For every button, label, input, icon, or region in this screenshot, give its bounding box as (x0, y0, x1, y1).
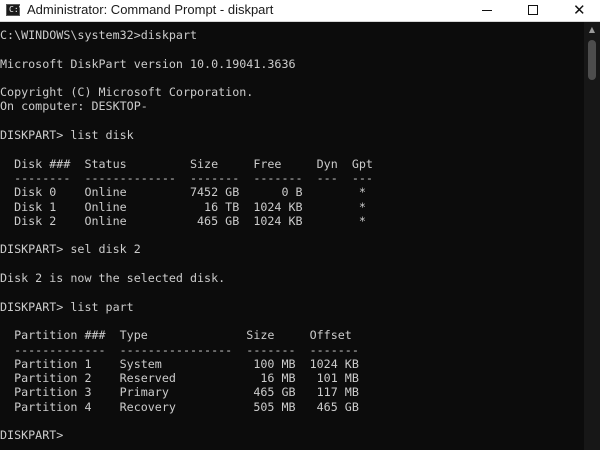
minimize-button[interactable] (464, 0, 510, 21)
console-line: Partition 4 Recovery 505 MB 465 GB (0, 399, 359, 414)
console-line: Disk ### Status Size Free Dyn Gpt (0, 156, 373, 171)
console-line: Disk 2 is now the selected disk. (0, 271, 226, 286)
console-line: Disk 1 Online 16 TB 1024 KB * (0, 199, 366, 214)
console-app-icon-glyph: C:\ (9, 5, 24, 14)
minimize-icon (482, 10, 492, 11)
console-line: Partition 2 Reserved 16 MB 101 MB (0, 371, 359, 386)
console-line: DISKPART> sel disk 2 (0, 242, 141, 257)
maximize-button[interactable] (510, 0, 556, 21)
console-line: Disk 2 Online 465 GB 1024 KB * (0, 213, 366, 228)
command-prompt-window: C:\ Administrator: Command Prompt - disk… (0, 0, 600, 450)
console-line: -------- ------------- ------- ------- -… (0, 170, 373, 185)
console-line: DISKPART> list part (0, 299, 134, 314)
close-icon: ✕ (573, 1, 586, 19)
console-line: C:\WINDOWS\system32>diskpart (0, 28, 198, 42)
console-line: Copyright (C) Microsoft Corporation. (0, 85, 254, 100)
console-line: ------------- ---------------- ------- -… (0, 342, 359, 357)
console-line: On computer: DESKTOP- (0, 99, 148, 114)
console-text: C:\WINDOWS\system32>diskpart Microsoft D… (0, 22, 584, 443)
console-line: DISKPART> (0, 428, 64, 443)
console-line: Disk 0 Online 7452 GB 0 B * (0, 185, 366, 200)
console-line: Partition 3 Primary 465 GB 117 MB (0, 385, 359, 400)
title-bar[interactable]: C:\ Administrator: Command Prompt - disk… (0, 0, 600, 22)
vertical-scrollbar[interactable]: ▲ (584, 22, 600, 450)
console-output[interactable]: C:\WINDOWS\system32>diskpart Microsoft D… (0, 22, 584, 450)
close-button[interactable]: ✕ (556, 0, 600, 21)
console-app-icon[interactable]: C:\ (6, 4, 24, 16)
console-line: Partition ### Type Size Offset (0, 328, 352, 343)
maximize-icon (528, 5, 538, 15)
scroll-thumb[interactable] (588, 40, 596, 80)
console-line: DISKPART> list disk (0, 128, 134, 143)
scroll-up-arrow-icon[interactable]: ▲ (584, 22, 600, 38)
console-line: Microsoft DiskPart version 10.0.19041.36… (0, 56, 296, 71)
console-line: Partition 1 System 100 MB 1024 KB (0, 356, 359, 371)
window-title: Administrator: Command Prompt - diskpart (27, 2, 274, 17)
